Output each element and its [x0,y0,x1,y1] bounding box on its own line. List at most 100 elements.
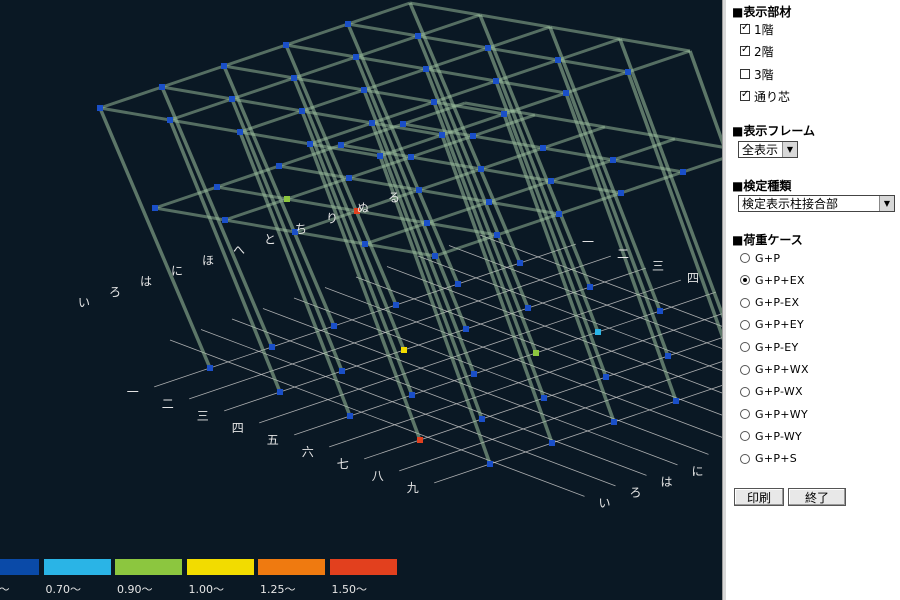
3d-viewport[interactable]: いいろろははににほほへへととちちりりぬぬるる一一二二三三四四五五六六七七八八九九… [0,0,722,600]
radio-icon[interactable] [740,319,750,330]
radio-icon[interactable] [740,297,750,308]
frame-select-value: 全表示 [742,143,779,157]
beam [223,43,287,68]
joint-node [331,323,337,329]
joint-node [471,371,477,377]
beam [355,34,419,59]
print-button[interactable]: 印刷 [734,488,784,506]
joint-node [152,205,158,211]
radio-icon[interactable] [740,409,750,420]
joint-node [299,108,305,114]
joint-node [401,347,407,353]
x-axis-label-back: は [140,275,152,289]
joint-node [618,190,624,196]
x-axis-label-back: ろ [109,285,121,299]
y-axis-label: 七 [337,457,349,471]
y-axis-label: 六 [302,445,314,459]
joint-node [587,284,593,290]
checkbox-icon[interactable] [740,46,750,56]
beam [231,76,295,101]
joint-node [408,154,414,160]
y-axis-label-right: 四 [687,271,699,285]
structure-3d-view[interactable]: いいろろははににほほへへととちちりりぬぬるる一一二二三三四四五五六六七七八八九九 [0,0,722,600]
joint-node [493,78,499,84]
beam [285,22,349,47]
load-case-label: G+P+WX [755,363,809,376]
x-axis-label-back: と [264,233,276,247]
chevron-down-icon[interactable]: ▼ [879,196,894,211]
joint-node [423,66,429,72]
load-case-label: G+P-EY [755,340,799,354]
beam [495,58,559,83]
joint-node [346,175,352,181]
radio-icon[interactable] [740,342,750,353]
joint-node [369,120,375,126]
load-case-radio-gpluspminusex[interactable]: G+P-EX [740,295,799,311]
x-axis-label: に [692,465,704,479]
joint-node [400,121,406,127]
legend-swatch [186,559,254,575]
load-case-radio-gplusppluss[interactable]: G+P+S [740,451,797,467]
radio-icon[interactable] [740,275,750,286]
member-1f-checkbox[interactable]: 1階 [740,21,774,37]
radio-icon[interactable] [740,253,750,263]
x-axis-label: い [599,496,611,510]
load-case-radio-gplusppluswx[interactable]: G+P+WX [740,362,809,378]
joint-node [416,187,422,193]
load-case-radio-gpluspminuswy[interactable]: G+P-WY [740,428,802,444]
beam [565,70,629,95]
joint-node [470,133,476,139]
joint-node [338,142,344,148]
beam [619,37,691,53]
exit-button[interactable]: 終了 [788,488,846,506]
column [626,71,722,341]
x-axis-label: は [661,475,673,489]
member-2f-checkbox[interactable]: 2階 [740,43,774,59]
check-type-select[interactable]: 検定表示柱接合部 ▼ [738,195,895,212]
y-axis-label: 八 [372,469,384,483]
beam [347,1,411,26]
frame-select[interactable]: 全表示 ▼ [738,141,798,158]
checkbox-icon[interactable] [740,24,750,34]
load-case-label: G+P-WY [755,429,803,443]
chevron-down-icon[interactable]: ▼ [782,142,797,157]
joint-node [486,199,492,205]
radio-icon[interactable] [740,453,750,464]
checkbox-icon[interactable] [740,91,750,101]
legend-label: 0.90〜 [117,583,153,596]
beam [161,64,225,89]
grid-line [386,266,722,394]
joint-node [501,111,507,117]
load-case-radio-gplusppluswy[interactable]: G+P+WY [740,406,808,422]
beam [480,167,552,183]
load-case-radio-gpluspplusex[interactable]: G+P+EX [740,272,805,288]
beam [604,125,676,141]
joint-node [595,329,601,335]
y-axis-label: 二 [162,397,174,411]
joint-node [494,232,500,238]
joint-node [291,75,297,81]
load-case-label: G+P+S [755,452,798,466]
member-gridline-checkbox[interactable]: 通り芯 [740,88,790,104]
load-case-radio-gplusp[interactable]: G+P [740,250,780,266]
beam [550,158,614,183]
load-case-radio-gpluspminuswx[interactable]: G+P-WX [740,384,803,400]
member-3f-checkbox[interactable]: 3階 [740,66,774,82]
joint-node [611,419,617,425]
load-case-label: G+P-WX [755,385,803,399]
column [98,107,212,369]
radio-icon[interactable] [740,386,750,397]
joint-node [541,395,547,401]
load-case-radio-gpluspminusey[interactable]: G+P-EY [740,339,799,355]
beam [549,25,621,41]
checkbox-icon[interactable] [740,69,750,79]
joint-node [603,374,609,380]
beam [99,106,171,122]
radio-icon[interactable] [740,364,750,375]
joint-node [347,413,353,419]
radio-icon[interactable] [740,431,750,442]
legend-swatch [0,559,39,575]
load-case-radio-gpluspplusey[interactable]: G+P+EY [740,317,804,333]
beam [417,13,481,38]
joint-node [345,21,351,27]
